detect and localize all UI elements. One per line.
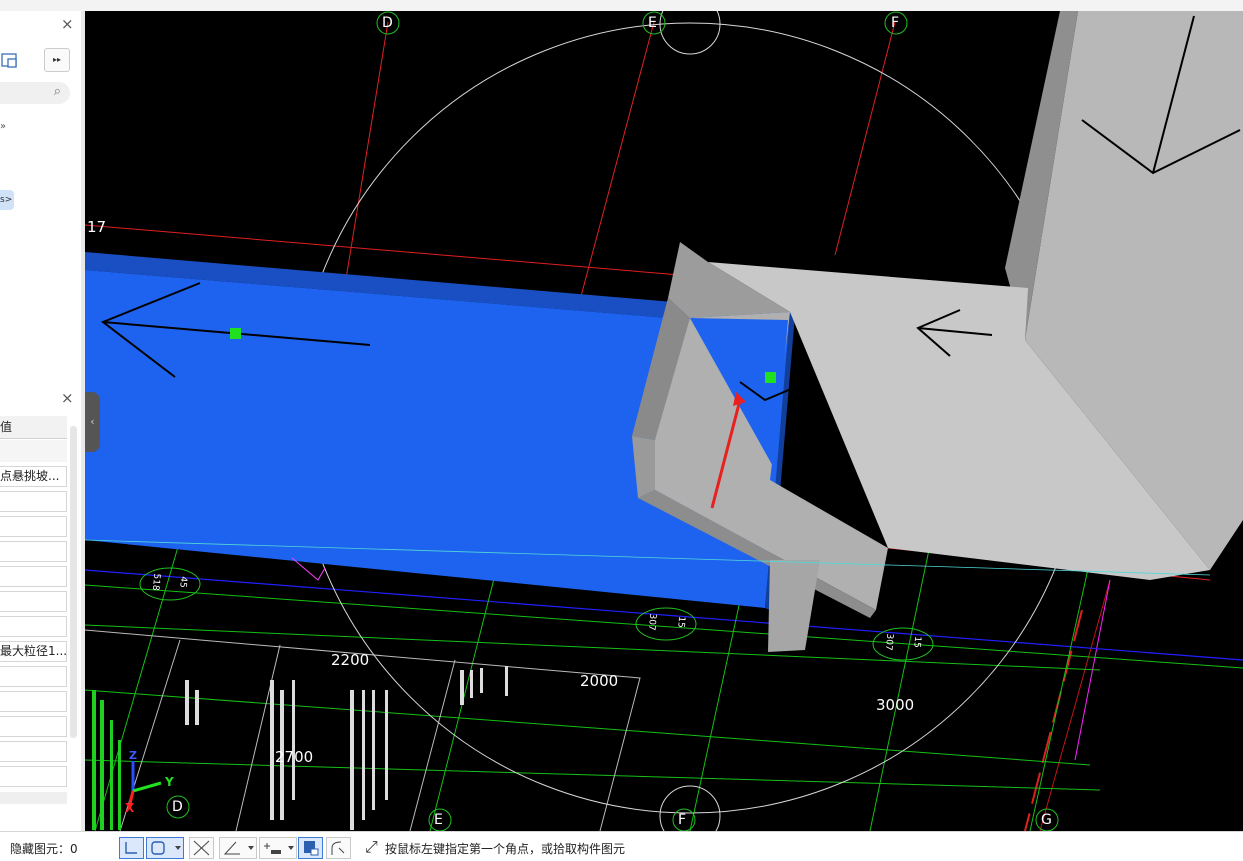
- chevron-down-icon: [248, 846, 254, 850]
- beam-tag-1a: 518: [149, 573, 162, 591]
- tree-expand-icon[interactable]: »: [0, 121, 6, 132]
- property-value-field[interactable]: [0, 491, 67, 512]
- scene-svg: [85, 11, 1243, 831]
- property-value-field[interactable]: 点悬挑坡...: [0, 466, 67, 487]
- hidden-elements-count: 隐藏图元：0: [10, 842, 78, 856]
- grid-label-e-bottom: E: [434, 812, 443, 828]
- properties-footer: [0, 792, 67, 804]
- cross-select-button[interactable]: [189, 837, 214, 859]
- properties-scrollbar[interactable]: [70, 426, 77, 738]
- expand-button[interactable]: ▸▸: [44, 48, 70, 72]
- dynamic-input-button[interactable]: [298, 837, 323, 859]
- new-layer-icon[interactable]: [0, 49, 20, 71]
- grip-handle-2[interactable]: [765, 372, 776, 383]
- grip-handle-1[interactable]: [230, 328, 241, 339]
- dimension-2000: 2000: [580, 672, 619, 690]
- dimension-2700: 2700: [275, 748, 314, 766]
- property-value-field[interactable]: 最大粒径1...: [0, 641, 67, 662]
- axis-z-label: Z: [129, 749, 137, 762]
- grid-label-f: F: [891, 15, 900, 31]
- component-tree-panel: × ▸▸ ⌕ » s>: [0, 11, 82, 379]
- property-value-field[interactable]: [0, 541, 67, 562]
- beam-tag-3a: 307: [882, 633, 895, 651]
- grid-label-d: D: [382, 15, 393, 31]
- property-value-field[interactable]: [0, 716, 67, 737]
- properties-header: 值: [0, 416, 67, 439]
- search-icon: ⌕: [53, 84, 61, 99]
- close-icon[interactable]: ×: [61, 389, 74, 407]
- properties-panel: × 值 点悬挑坡... 最大粒径1...: [0, 384, 82, 831]
- rotated-annotation-text: [185, 666, 508, 830]
- arc-icon: [331, 841, 345, 855]
- panel-collapse-tab[interactable]: ‹: [85, 392, 100, 452]
- axis-triad: Z Y X: [121, 749, 181, 815]
- property-value-field[interactable]: [0, 691, 67, 712]
- 3d-viewport[interactable]: D E F 17 D E F G 2200 2000 3000 2700 518…: [85, 11, 1243, 831]
- ortho-icon: [125, 842, 137, 854]
- resize-hint-icon: ⤢: [365, 837, 378, 856]
- dimension-3000: 3000: [876, 696, 915, 714]
- offset-button[interactable]: [259, 837, 297, 859]
- beam-tag-1b: 45: [177, 575, 189, 589]
- arc-button[interactable]: [326, 837, 351, 859]
- property-value-field[interactable]: [0, 566, 67, 587]
- property-value-field[interactable]: [0, 516, 67, 537]
- properties-group-row: [0, 440, 67, 462]
- ortho-mode-button[interactable]: [119, 837, 144, 859]
- grid-label-e: E: [648, 15, 657, 31]
- rotation-handle-bottom[interactable]: [659, 785, 721, 831]
- snap-mode-button[interactable]: [146, 837, 184, 859]
- property-value-field[interactable]: [0, 666, 67, 687]
- beam-tag-2b: 15: [675, 615, 687, 629]
- property-value-field[interactable]: [0, 616, 67, 637]
- command-hint: 按鼠标左键指定第一个角点，或拾取构件图元: [385, 842, 626, 856]
- beam-tag-3b: 15: [911, 635, 923, 649]
- chevron-down-icon: [288, 846, 294, 850]
- angle-button[interactable]: [219, 837, 257, 859]
- status-bar: 隐藏图元：0 ⤢ 按鼠标左键指定第一个角点，或拾取构件图元: [0, 831, 1243, 860]
- rotation-handle-top[interactable]: [659, 11, 721, 55]
- axis-x-label: X: [125, 801, 135, 815]
- grid-label-f-bottom: F: [678, 812, 687, 828]
- property-value-field[interactable]: [0, 591, 67, 612]
- cross-icon: [193, 840, 210, 856]
- property-value-field[interactable]: [0, 766, 67, 787]
- grid-label-g-bottom: G: [1041, 812, 1052, 828]
- tree-item-selected[interactable]: s>: [0, 190, 14, 210]
- dynamic-input-icon: [304, 841, 319, 856]
- offset-icon: [264, 843, 281, 854]
- chevron-down-icon: [175, 846, 181, 850]
- property-value-field[interactable]: [0, 741, 67, 762]
- dimension-2200: 2200: [331, 651, 370, 669]
- close-icon[interactable]: ×: [61, 15, 74, 33]
- snap-icon: [151, 841, 165, 855]
- angle-icon: [223, 841, 240, 855]
- search-input[interactable]: ⌕: [0, 82, 70, 104]
- axis-y-label: Y: [165, 775, 174, 789]
- layer-icon-svg: [1, 53, 17, 68]
- grid-label-17: 17: [87, 218, 107, 236]
- beam-tag-2a: 307: [645, 613, 658, 631]
